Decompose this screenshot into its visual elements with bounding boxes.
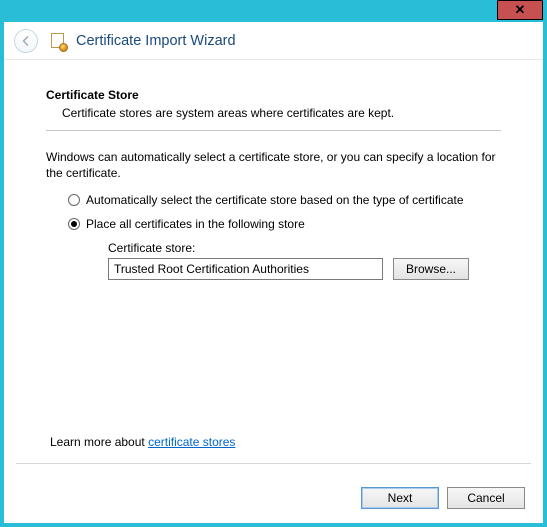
- radio-auto-label: Automatically select the certificate sto…: [86, 193, 464, 207]
- learn-more-link[interactable]: certificate stores: [148, 435, 235, 449]
- cancel-button-label: Cancel: [467, 491, 504, 505]
- header-bar: Certificate Import Wizard: [4, 22, 543, 60]
- intro-text: Windows can automatically select a certi…: [46, 149, 501, 181]
- store-input-value: Trusted Root Certification Authorities: [114, 262, 309, 276]
- radio-place-all[interactable]: Place all certificates in the following …: [68, 217, 501, 231]
- next-button[interactable]: Next: [361, 487, 439, 509]
- store-row: Trusted Root Certification Authorities B…: [108, 258, 501, 280]
- cancel-button[interactable]: Cancel: [447, 487, 525, 509]
- back-button[interactable]: [14, 29, 38, 53]
- browse-button[interactable]: Browse...: [393, 258, 469, 280]
- back-arrow-icon: [20, 35, 32, 47]
- radio-icon: [68, 194, 80, 206]
- next-button-label: Next: [388, 491, 413, 505]
- browse-button-label: Browse...: [406, 262, 456, 276]
- certificate-icon: [48, 32, 66, 50]
- store-radio-group: Automatically select the certificate sto…: [68, 193, 501, 280]
- close-icon: ✕: [515, 2, 526, 18]
- wizard-footer: Next Cancel: [4, 463, 543, 523]
- wizard-window: ✕ Certificate Import Wizard Certificate …: [0, 0, 547, 527]
- wizard-title: Certificate Import Wizard: [76, 33, 236, 49]
- close-button[interactable]: ✕: [497, 0, 543, 20]
- footer-buttons: Next Cancel: [361, 487, 525, 509]
- learn-more-prefix: Learn more about: [50, 435, 148, 449]
- store-label: Certificate store:: [108, 241, 501, 255]
- section-subheading: Certificate stores are system areas wher…: [62, 106, 501, 120]
- section-heading: Certificate Store: [46, 88, 501, 102]
- radio-icon: [68, 218, 80, 230]
- store-block: Certificate store: Trusted Root Certific…: [108, 241, 501, 280]
- radio-place-label: Place all certificates in the following …: [86, 217, 305, 231]
- radio-auto-select[interactable]: Automatically select the certificate sto…: [68, 193, 501, 207]
- divider: [46, 130, 501, 131]
- footer-separator: [16, 463, 531, 464]
- learn-more: Learn more about certificate stores: [50, 435, 235, 449]
- wizard-content: Certificate Store Certificate stores are…: [4, 60, 543, 463]
- store-input[interactable]: Trusted Root Certification Authorities: [108, 258, 383, 280]
